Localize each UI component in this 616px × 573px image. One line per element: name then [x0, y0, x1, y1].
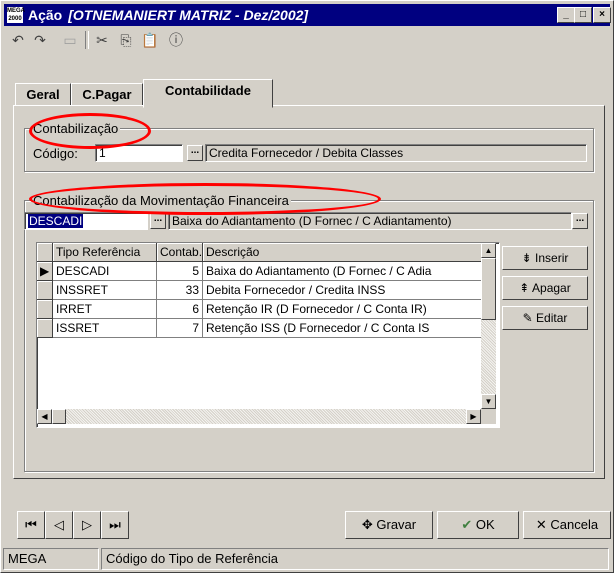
row-indicator: [37, 281, 53, 300]
codigo-lookup-button[interactable]: ...: [187, 145, 203, 161]
editar-button[interactable]: ✎ Editar: [502, 306, 588, 330]
inserir-label: Inserir: [535, 251, 569, 265]
prev-icon: ◁: [54, 517, 64, 532]
grid-cell-contab[interactable]: 33: [157, 281, 203, 300]
info-icon[interactable]: ⓘ: [165, 29, 187, 51]
codigo-description: Credita Fornecedor / Debita Classes: [205, 144, 587, 162]
maximize-button[interactable]: □: [574, 7, 592, 23]
movimentacao-code-value: DESCADI: [28, 214, 84, 228]
ok-button[interactable]: ✔ OK: [437, 511, 519, 539]
status-panel-right: Código do Tipo de Referência: [101, 548, 609, 570]
main-window: MEGA 2000 Ação [OTNEMANIERT MATRIZ - Dez/…: [0, 0, 614, 573]
grid-header-contab[interactable]: Contab.: [157, 243, 203, 262]
annotation-ellipse-contabilizacao: [29, 113, 151, 149]
grid-cell-descricao[interactable]: Debita Fornecedor / Credita INSS: [203, 281, 483, 300]
window-title: Ação [OTNEMANIERT MATRIZ - Dez/2002]: [28, 7, 308, 23]
gravar-button[interactable]: ✥ Gravar: [345, 511, 433, 539]
toolbar-separator: [85, 31, 89, 49]
editar-label: Editar: [536, 311, 568, 325]
table-row[interactable]: ISSRET: [53, 319, 157, 338]
tab-cpagar[interactable]: C.Pagar: [71, 83, 143, 107]
inserir-button[interactable]: ⇟ Inserir: [502, 246, 588, 270]
scroll-down-icon[interactable]: ▼: [481, 394, 496, 409]
scroll-corner: [481, 409, 496, 424]
last-record-button[interactable]: ⏭: [101, 511, 129, 539]
last-icon: ⏭: [109, 517, 121, 532]
tab-contabilidade-label: Contabilidade: [165, 83, 251, 98]
cancel-button[interactable]: ✕ Cancela: [523, 511, 611, 539]
scroll-right-icon[interactable]: ▶: [466, 409, 481, 424]
grid-cell-descricao[interactable]: Baixa do Adiantamento (D Fornec / C Adia: [203, 262, 483, 281]
scroll-left-icon[interactable]: ◀: [37, 409, 52, 424]
app-icon: MEGA 2000: [7, 7, 25, 23]
insert-row-icon: ⇟: [521, 251, 532, 265]
cancela-label: Cancela: [550, 517, 599, 532]
toolbar: ↶ ↷ ▭ ✂ ⎘ 📋 ⓘ: [5, 29, 605, 53]
table-row[interactable]: IRRET: [53, 300, 157, 319]
grid-horizontal-scrollbar[interactable]: [37, 409, 481, 424]
bottom-bar: ⏮ ◁ ▷ ⏭ ✥ Gravar ✔ OK ✕ Cancela: [5, 503, 613, 543]
row-indicator: [37, 319, 53, 338]
tab-geral[interactable]: Geral: [15, 83, 71, 107]
save-icon: ✥: [361, 517, 373, 532]
scroll-up-icon[interactable]: ▲: [481, 243, 496, 258]
title-bar[interactable]: MEGA 2000 Ação [OTNEMANIERT MATRIZ - Dez/…: [4, 4, 611, 26]
hscroll-thumb[interactable]: [52, 409, 66, 424]
apagar-label: Apagar: [532, 281, 571, 295]
status-bar: MEGA Código do Tipo de Referência: [3, 548, 611, 570]
status-panel-left: MEGA: [3, 548, 99, 570]
tab-geral-label: Geral: [26, 87, 60, 102]
next-record-button[interactable]: ▷: [73, 511, 101, 539]
ok-label: OK: [475, 517, 495, 532]
prev-record-button[interactable]: ◁: [45, 511, 73, 539]
check-icon: ✔: [461, 517, 473, 532]
first-record-button[interactable]: ⏮: [17, 511, 45, 539]
undo-icon[interactable]: ↶: [7, 29, 29, 51]
next-icon: ▷: [82, 517, 92, 532]
edit-icon: ✎: [522, 311, 533, 325]
tab-panel-contabilidade: Contabilização Código: 1 ... Credita For…: [13, 105, 605, 479]
copy-icon[interactable]: ⎘: [115, 29, 137, 51]
redo-icon[interactable]: ↷: [29, 29, 51, 51]
tab-cpagar-label: C.Pagar: [82, 87, 132, 102]
paste-icon[interactable]: 📋: [139, 29, 161, 51]
scroll-thumb[interactable]: [481, 258, 496, 320]
row-indicator: ▶: [37, 262, 53, 281]
window-title-main: Ação: [28, 7, 63, 23]
grid-header-tipo[interactable]: Tipo Referência: [53, 243, 157, 262]
close-button[interactable]: ×: [593, 7, 611, 23]
movimentacao-description-button[interactable]: ...: [572, 213, 588, 229]
movimentacao-code-input[interactable]: DESCADI: [24, 212, 148, 230]
grid-cell-descricao[interactable]: Retenção IR (D Fornecedor / C Conta IR): [203, 300, 483, 319]
apagar-button[interactable]: ⇞ Apagar: [502, 276, 588, 300]
grid-cell-contab[interactable]: 6: [157, 300, 203, 319]
grid-cell-contab[interactable]: 5: [157, 262, 203, 281]
table-row[interactable]: DESCADI: [53, 262, 157, 281]
cut-icon[interactable]: ✂: [91, 29, 113, 51]
movimentacao-lookup-button[interactable]: ...: [150, 213, 166, 229]
delete-disabled-icon[interactable]: ▭: [59, 29, 81, 51]
first-icon: ⏮: [25, 517, 37, 532]
referencia-grid[interactable]: Tipo Referência Contab. Descrição ▶ DESC…: [36, 242, 500, 428]
annotation-ellipse-movimentacao: [29, 183, 381, 215]
window-title-sub: [OTNEMANIERT MATRIZ - Dez/2002]: [68, 7, 309, 23]
grid-corner: [37, 243, 53, 262]
codigo-label: Código:: [33, 146, 78, 161]
tab-contabilidade[interactable]: Contabilidade: [143, 79, 273, 108]
row-indicator: [37, 300, 53, 319]
minimize-button[interactable]: _: [557, 7, 575, 23]
gravar-label: Gravar: [376, 517, 417, 532]
table-row[interactable]: INSSRET: [53, 281, 157, 300]
grid-header-descricao[interactable]: Descrição: [203, 243, 483, 262]
grid-cell-contab[interactable]: 7: [157, 319, 203, 338]
grid-cell-descricao[interactable]: Retenção ISS (D Fornecedor / C Conta IS: [203, 319, 483, 338]
cancel-icon: ✕: [535, 517, 547, 532]
delete-row-icon: ⇞: [519, 281, 530, 295]
